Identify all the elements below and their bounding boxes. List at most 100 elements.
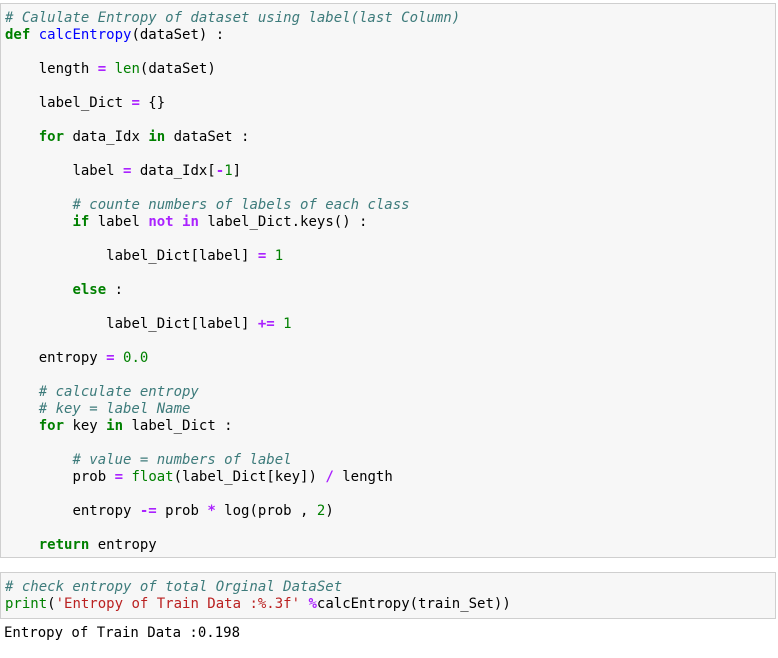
- code-token: # value = numbers of label: [72, 452, 292, 468]
- code-token: if: [72, 214, 90, 230]
- code-line: label_Dict[label] += 1: [5, 316, 292, 333]
- code-token: /: [325, 469, 334, 485]
- code-token: entropy: [72, 503, 140, 519]
- code-line: # check entropy of total Orginal DataSet: [5, 579, 342, 596]
- code-token: ): [325, 503, 334, 519]
- code-token: 1: [224, 163, 233, 179]
- code-token: *: [207, 503, 216, 519]
- code-token: 1: [274, 248, 284, 264]
- code-token: :: [106, 282, 124, 298]
- code-token: =: [114, 469, 124, 485]
- code-token: 1: [283, 316, 292, 332]
- code-token: =: [97, 61, 107, 77]
- code-token: length: [38, 61, 98, 77]
- code-line: # counte numbers of labels of each class: [5, 197, 409, 214]
- code-token: label_Dict :: [123, 418, 233, 434]
- code-cell-print-entropy[interactable]: # check entropy of total Orginal DataSet…: [0, 572, 776, 619]
- code-token: for: [38, 418, 65, 434]
- code-token: float: [131, 469, 174, 485]
- code-token: (dataSet) :: [131, 27, 225, 43]
- code-token: for: [38, 129, 65, 145]
- code-token: label_Dict[label]: [106, 248, 258, 264]
- code-token: data_Idx: [64, 129, 149, 145]
- code-token: 0.0: [123, 350, 149, 366]
- code-token: def: [5, 27, 31, 43]
- code-token: print: [5, 596, 48, 612]
- code-token: # calculate entropy: [38, 384, 199, 400]
- code-line: def calcEntropy(dataSet) :: [5, 27, 224, 44]
- code-token: entropy: [38, 350, 107, 366]
- code-token: -: [215, 163, 225, 179]
- code-line: label_Dict = {}: [5, 95, 165, 112]
- code-token: in: [148, 129, 166, 145]
- code-token: label: [72, 163, 124, 179]
- code-token: data_Idx[: [131, 163, 216, 179]
- code-line: for data_Idx in dataSet :: [5, 129, 250, 146]
- code-token: # check entropy of total Orginal DataSet: [5, 579, 343, 595]
- code-token: =: [106, 350, 115, 366]
- code-token: 'Entropy of Train Data :%.3f': [55, 596, 301, 612]
- code-line: print('Entropy of Train Data :%.3f' %cal…: [5, 596, 511, 613]
- code-token: in: [182, 214, 199, 230]
- code-line: else :: [5, 282, 123, 299]
- code-token: calcEntropy(train_Set)): [316, 596, 511, 612]
- code-token: (: [47, 596, 56, 612]
- code-token: label_Dict: [38, 95, 132, 111]
- code-token: label_Dict.keys() :: [198, 214, 368, 230]
- code-line: return entropy: [5, 537, 157, 554]
- code-line: for key in label_Dict :: [5, 418, 233, 435]
- code-token: ]: [232, 163, 242, 179]
- code-token: {}: [139, 95, 166, 111]
- code-line: entropy -= prob * log(prob , 2): [5, 503, 334, 520]
- code-line: # key = label Name: [5, 401, 191, 418]
- code-token: +=: [257, 316, 275, 332]
- code-line: prob = float(label_Dict[key]) / length: [5, 469, 393, 486]
- code-cell-entropy-function[interactable]: # Calulate Entropy of dataset using labe…: [0, 3, 776, 558]
- code-token: # key = label Name: [38, 401, 191, 417]
- code-token: entropy: [89, 537, 157, 553]
- code-line: # calculate entropy: [5, 384, 199, 401]
- code-token: dataSet :: [165, 129, 250, 145]
- code-token: prob: [72, 469, 115, 485]
- code-line: label_Dict[label] = 1: [5, 248, 283, 265]
- code-token: prob: [156, 503, 208, 519]
- code-token: (dataSet): [139, 61, 216, 77]
- code-token: in: [106, 418, 124, 434]
- code-line: # value = numbers of label: [5, 452, 292, 469]
- code-token: return: [38, 537, 90, 553]
- code-token: length: [333, 469, 393, 485]
- cell-output: Entropy of Train Data :0.198: [4, 625, 241, 641]
- code-token: -=: [139, 503, 157, 519]
- code-token: %: [308, 596, 317, 612]
- code-token: key: [64, 418, 107, 434]
- code-token: not: [148, 214, 174, 230]
- code-line: entropy = 0.0: [5, 350, 149, 367]
- code-token: log(prob ,: [215, 503, 317, 519]
- code-token: label: [89, 214, 149, 230]
- code-line: length = len(dataSet): [5, 61, 216, 78]
- code-token: calcEntropy: [38, 27, 132, 43]
- code-token: else: [72, 282, 107, 298]
